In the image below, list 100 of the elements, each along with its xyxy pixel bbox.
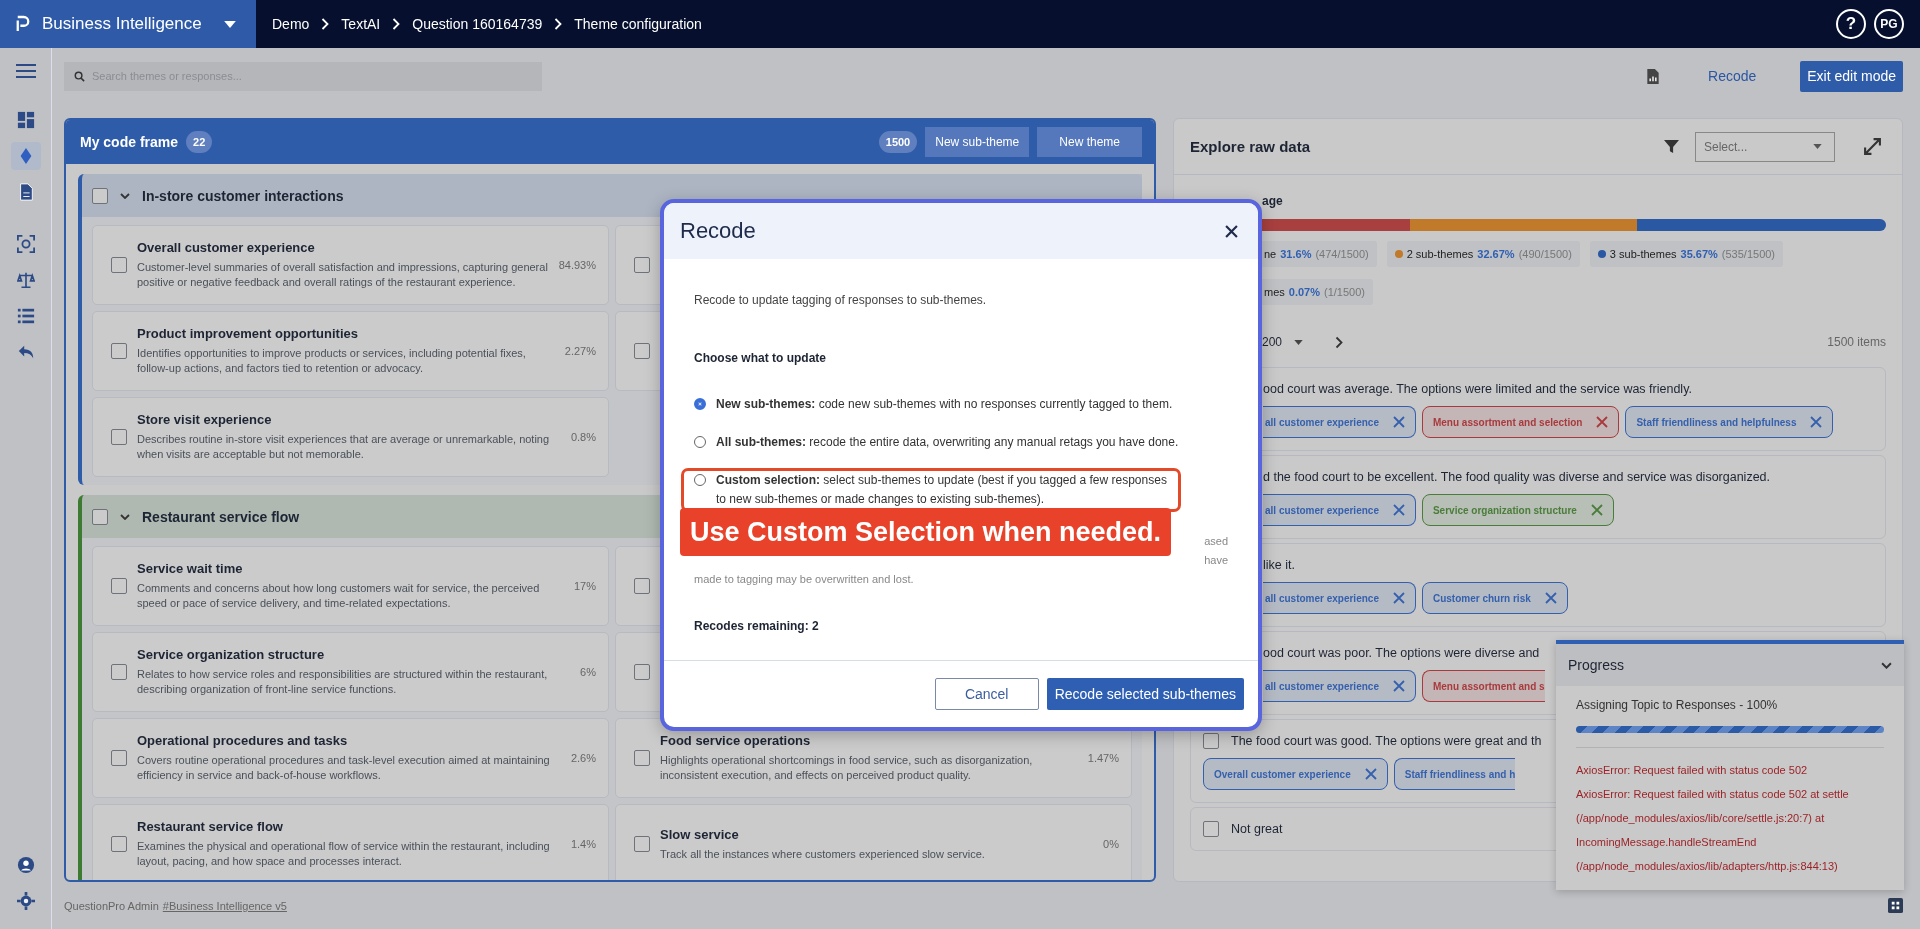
breadcrumb-link[interactable]: Question 160164739	[412, 16, 543, 32]
checkbox[interactable]	[111, 343, 127, 360]
section-title: Choose what to update	[694, 351, 827, 365]
expand-icon[interactable]	[1863, 137, 1882, 157]
checkbox[interactable]	[111, 257, 127, 274]
breadcrumb-link[interactable]: Demo	[272, 16, 310, 32]
menu-icon[interactable]	[15, 64, 36, 78]
chevron-down-icon[interactable]	[120, 513, 130, 520]
search-icon	[74, 70, 85, 82]
checkbox[interactable]	[634, 836, 650, 853]
chevron-right-icon	[321, 18, 330, 30]
legend-percentage: 32.67%	[1477, 248, 1515, 261]
chevron-right-icon	[392, 18, 401, 30]
chevron-down-icon[interactable]	[120, 192, 130, 199]
coverage-label: age	[1262, 194, 1283, 209]
response-text: d the food court to be excellent. The food quality was diverse and service was disorganized.	[1263, 470, 1770, 485]
legend-label: mes	[1264, 286, 1285, 299]
sub-theme-title: Restaurant service flow	[137, 819, 284, 835]
response-total-badge: 1500	[878, 131, 918, 154]
sub-theme-title: Service organization structure	[137, 647, 326, 663]
checkbox[interactable]	[92, 187, 108, 204]
app-switcher[interactable]: Business Intelligence	[0, 0, 256, 48]
panel-title: My code frame	[80, 134, 179, 151]
sub-theme-card[interactable]: Store visit experience Describes routine in-store visit experiences that are average or unremarkable, noting when visits are acceptable but not memorable. 0.8%	[92, 397, 609, 478]
sub-theme-percentage: 1.47%	[1087, 752, 1119, 765]
filter-icon[interactable]	[1664, 139, 1679, 155]
select-dropdown[interactable]: Select...	[1695, 131, 1835, 162]
page-size-dropdown[interactable]: 200	[1262, 335, 1283, 350]
footer-link[interactable]: #Business Intelligence v5	[162, 899, 287, 912]
legend-count: (474/1500)	[1315, 248, 1369, 261]
cancel-button[interactable]: Cancel	[934, 678, 1039, 710]
checkbox[interactable]	[1203, 821, 1219, 838]
breadcrumb-link[interactable]: Theme configuration	[574, 16, 702, 32]
option-label[interactable]: New sub-themes: code new sub-themes with no responses currently tagged to them.	[716, 395, 1173, 414]
theme-count-badge: 22	[186, 131, 213, 154]
radio-button[interactable]	[694, 398, 706, 410]
recode-link[interactable]: Recode	[1708, 68, 1757, 85]
recode-button[interactable]: Recode selected sub-themes	[1046, 678, 1244, 710]
sub-theme-percentage: 2.6%	[570, 752, 596, 765]
response-text: like it.	[1263, 558, 1295, 573]
caret-icon	[224, 20, 236, 28]
progress-task: Assigning Topic to Responses - 100%	[1576, 698, 1779, 712]
new-theme-button[interactable]: New theme	[1037, 127, 1142, 158]
sub-theme-card[interactable]: Restaurant service flow Examines the physical and operational flow of service within the restaurant, including layout, pacing, and how space and processes interact. 1.4%	[92, 804, 609, 881]
checkbox[interactable]	[634, 664, 650, 681]
theme-group-name: In-store customer interactions	[142, 187, 344, 204]
chevron-right-icon	[554, 18, 563, 30]
sub-theme-title: Store visit experience	[137, 412, 273, 428]
progress-title: Progress	[1568, 657, 1625, 673]
dialog-description: Recode to update tagging of responses to sub-themes.	[694, 293, 988, 307]
help-button[interactable]: ?	[1836, 9, 1866, 39]
recodes-remaining: Recodes remaining: 2	[694, 619, 820, 633]
annotation-callout: Use Custom Selection when needed.	[680, 508, 1172, 556]
sub-theme-percentage: 2.27%	[564, 345, 596, 358]
grid-icon[interactable]	[1888, 898, 1903, 914]
sub-theme-title: Service wait time	[137, 561, 244, 577]
document-chart-icon[interactable]	[1646, 67, 1660, 85]
checkbox[interactable]	[634, 257, 650, 274]
checkbox[interactable]	[634, 343, 650, 360]
next-page-icon[interactable]	[1335, 335, 1344, 349]
user-avatar[interactable]: PG	[1874, 9, 1904, 39]
response-text: The food court was good. The options were great and th	[1231, 734, 1542, 749]
close-icon[interactable]	[1225, 224, 1238, 238]
sub-theme-description: Examines the physical and operational flow of service within the restaurant, including layout, pacing, and how space and processes interact.	[137, 839, 551, 870]
legend-label: ne	[1264, 248, 1277, 261]
sub-theme-card[interactable]: Product improvement opportunities Identifies opportunities to improve products or services, including potential fixes, follow-up actions, and factors tied to retention or advocacy. 2.27%	[92, 311, 609, 392]
sub-theme-card[interactable]: Slow service Track all the instances where customers experienced slow service. 0%	[615, 804, 1132, 881]
legend-count: (490/1500)	[1518, 248, 1572, 261]
checkbox[interactable]	[634, 578, 650, 595]
sub-theme-card[interactable]: Overall customer experience Customer-level summaries of overall satisfaction and impressions, capturing general positive or negative feedback and overall ratings of the restaurant experience. 84.93%	[92, 225, 609, 306]
footer-text: QuestionPro Admin	[64, 899, 159, 912]
checkbox[interactable]	[111, 664, 127, 681]
note-text: made to tagging may be overwritten and lost.	[694, 572, 915, 587]
legend-label: 3 sub-themes	[1609, 248, 1677, 261]
response-text: ood court was poor. The options were diverse and	[1263, 646, 1540, 661]
panel-title: Explore raw data	[1190, 138, 1312, 156]
checkbox[interactable]	[111, 429, 127, 446]
new-theme-button[interactable]: New sub-theme	[925, 127, 1030, 158]
checkbox[interactable]	[111, 578, 127, 595]
checkbox[interactable]	[111, 750, 127, 767]
sub-theme-card[interactable]: Operational procedures and tasks Covers routine operational procedures and task-level execution aimed at maintaining efficiency in service and back-of-house workflows. 2.6%	[92, 718, 609, 799]
checkbox[interactable]	[111, 836, 127, 853]
error-message: AxiosError: Request failed with status code 502 at settle (/app/node_modules/axios/lib/core/settle.js:20:7) at IncomingMessage.handleStreamEnd (/app/node_modules/axios/lib/adapters/http.js:844:13)	[1576, 787, 1850, 874]
exit-edit-mode-button[interactable]: Exit edit mode	[1800, 60, 1903, 92]
checkbox[interactable]	[92, 508, 108, 525]
legend-count: (535/1500)	[1721, 248, 1776, 261]
legend-percentage: 35.67%	[1680, 248, 1718, 261]
option-label[interactable]: Custom selection: select sub-themes to update (best if you tagged a few responses to new sub-themes or made changes to existing sub-themes).	[716, 471, 1174, 509]
sub-theme-percentage: 0%	[1103, 838, 1119, 851]
sub-theme-card[interactable]: Service organization structure Relates to how service roles and responsibilities are structured within the restaurant, describing organization of front-line service functions. 6%	[92, 632, 609, 713]
caret-icon[interactable]	[1294, 339, 1304, 345]
checkbox[interactable]	[1203, 733, 1219, 750]
checkbox[interactable]	[634, 750, 650, 767]
sub-theme-description: Describes routine in-store visit experiences that are average or unremarkable, noting when visits are acceptable but not memorable.	[137, 432, 551, 463]
chevron-down-icon[interactable]	[1881, 661, 1892, 669]
note-text: have	[1203, 553, 1228, 568]
sub-theme-title: Operational procedures and tasks	[137, 733, 349, 749]
sub-theme-card[interactable]: Service wait time Comments and concerns about how long customers wait for service, the perceived speed or pace of service delivery, and time-related expectations. 17%	[92, 546, 609, 627]
option-label[interactable]: All sub-themes: recode the entire data, overwriting any manual retags you have done.	[716, 433, 1179, 452]
breadcrumb-link[interactable]: TextAI	[341, 16, 381, 32]
